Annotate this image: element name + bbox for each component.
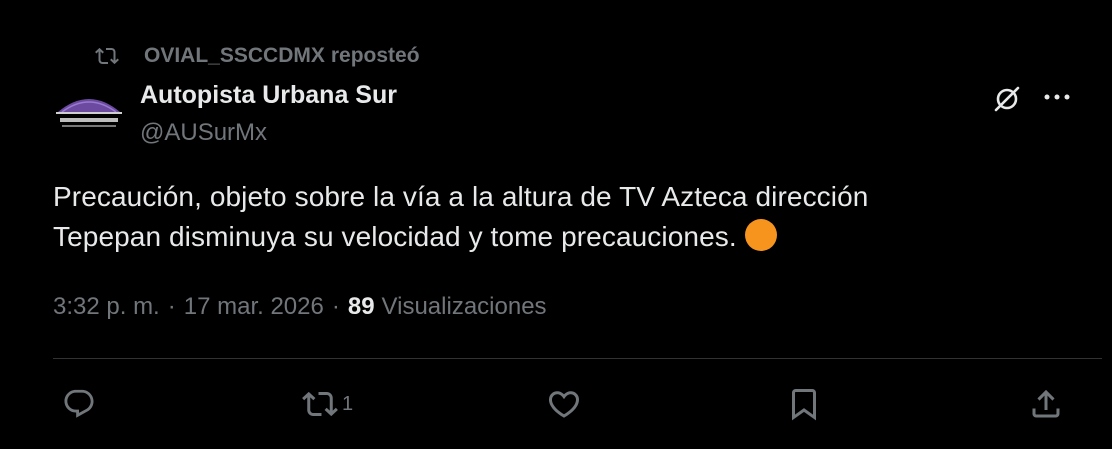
like-icon	[546, 386, 582, 422]
repost-button[interactable]: 1	[302, 384, 353, 424]
meta-separator: ·	[167, 293, 176, 320]
views-count: 89	[347, 293, 375, 320]
tweet-date[interactable]: 17 mar. 2026	[184, 293, 324, 321]
avatar[interactable]	[52, 88, 126, 142]
reply-button[interactable]	[62, 384, 96, 424]
share-button[interactable]	[1028, 384, 1064, 424]
share-icon	[1028, 386, 1064, 422]
bookmark-icon	[786, 386, 822, 422]
reposted-label: reposteó	[330, 44, 420, 67]
more-options-icon[interactable]	[1040, 82, 1074, 112]
meta-separator: ·	[331, 293, 340, 320]
like-button[interactable]	[546, 384, 582, 424]
author-handle[interactable]: @AUSurMx	[140, 119, 267, 147]
views-label: Visualizaciones	[381, 293, 547, 320]
tweet-text-line: Tepepan disminuya su velocidad y tome pr…	[53, 217, 1053, 257]
repost-icon	[92, 42, 122, 70]
tweet-text: Precaución, objeto sobre la vía a la alt…	[53, 177, 1053, 257]
repost-count: 1	[342, 392, 354, 415]
divider	[53, 358, 1102, 359]
repost-icon	[302, 386, 338, 422]
tweet-text-segment: Tepepan disminuya su velocidad y tome pr…	[53, 221, 737, 252]
repost-header[interactable]: OVIAL_SSCCDMX reposteó	[92, 42, 420, 70]
tweet-card[interactable]: OVIAL_SSCCDMX reposteó Autopista Urbana …	[0, 0, 1112, 449]
author-name[interactable]: Autopista Urbana Sur	[140, 81, 397, 110]
tweet-text-line: Precaución, objeto sobre la vía a la alt…	[53, 181, 869, 212]
reply-icon	[62, 387, 96, 421]
bookmark-button[interactable]	[786, 384, 822, 424]
orange-circle-emoji-icon	[744, 219, 777, 251]
grok-icon[interactable]	[990, 82, 1024, 116]
reposter-name[interactable]: OVIAL_SSCCDMX	[144, 44, 325, 68]
tweet-time[interactable]: 3:32 p. m.	[53, 293, 160, 321]
tweet-meta: 3:32 p. m. · 17 mar. 2026 · 89 Visualiza…	[53, 293, 547, 321]
